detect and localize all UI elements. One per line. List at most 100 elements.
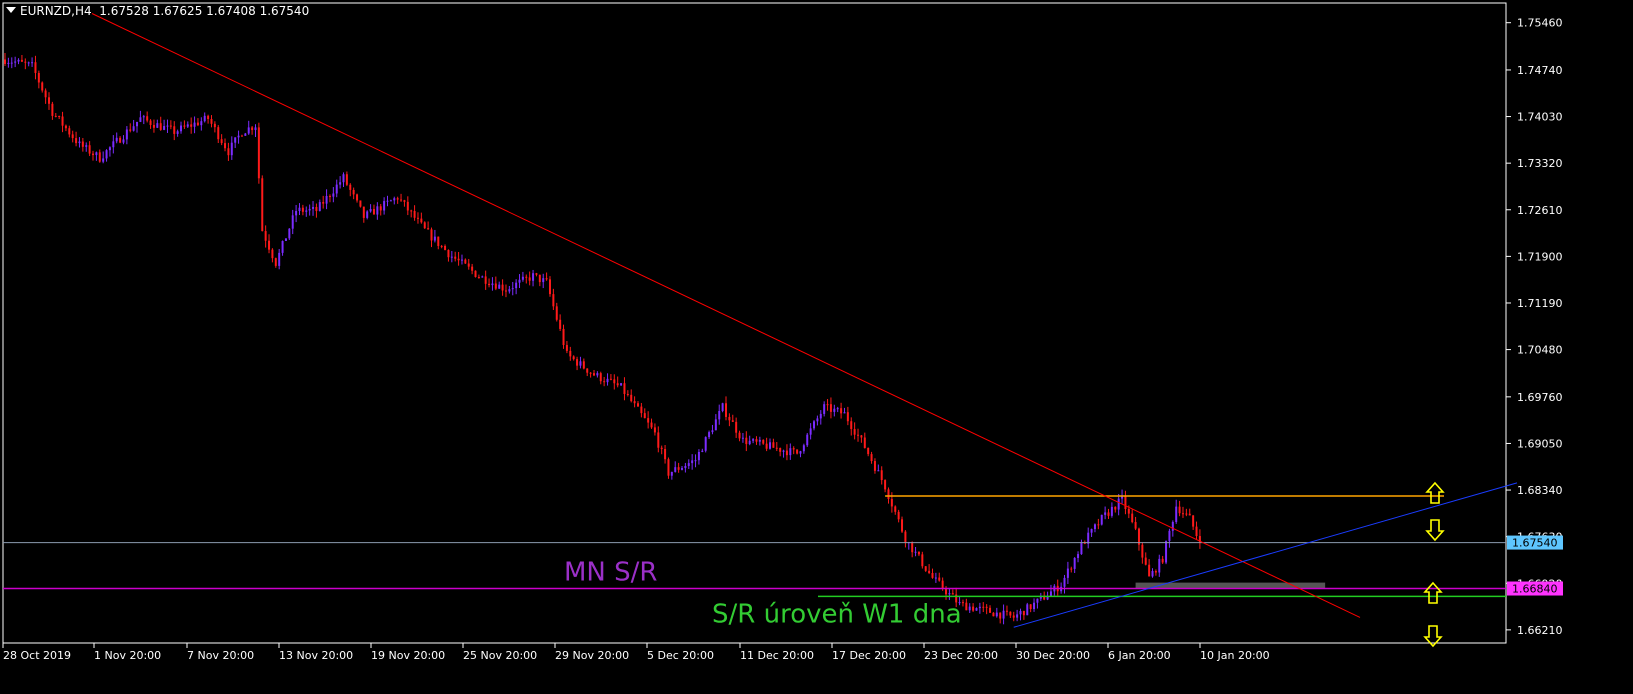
candle-body [667, 459, 670, 476]
y-tick-label: 1.73320 [1517, 157, 1563, 170]
candle-body [406, 201, 409, 211]
candle-body [677, 467, 680, 470]
plot-frame [2, 2, 1507, 644]
candle-body [291, 215, 294, 229]
candle-body [921, 554, 924, 567]
candle-body [985, 606, 988, 608]
symbol-label: EURNZD,H4 [20, 4, 92, 18]
candle-body [288, 228, 291, 239]
candle-body [136, 121, 139, 127]
candle-body [1090, 529, 1093, 533]
candle-body [576, 359, 579, 366]
candle-body [366, 211, 369, 218]
candle-body [897, 511, 900, 520]
candle-body [1063, 577, 1066, 587]
candle-body [1154, 571, 1157, 573]
candle-body [122, 139, 125, 143]
candle-body [119, 137, 122, 143]
candle-body [697, 451, 700, 461]
uptrend-line [1013, 482, 1518, 628]
candle-body [609, 378, 612, 380]
candle-body [423, 222, 426, 229]
dropdown-triangle-icon[interactable] [6, 7, 16, 13]
candle-body [213, 123, 216, 128]
candle-body [440, 245, 443, 247]
candle-body [657, 432, 660, 448]
candle-body [81, 141, 84, 147]
candle-body [247, 127, 250, 134]
candle-body [582, 361, 585, 369]
candle-body [999, 612, 1002, 619]
candle-body [779, 447, 782, 452]
candle-body [420, 218, 423, 223]
candle-body [1016, 614, 1019, 618]
candle-body [149, 120, 152, 125]
candle-body [961, 602, 964, 604]
candle-body [115, 137, 118, 142]
candle-body [989, 607, 992, 613]
candle-body [704, 437, 707, 451]
candle-body [193, 122, 196, 127]
candle-body [376, 206, 379, 215]
candle-body [437, 236, 440, 246]
candle-body [860, 435, 863, 438]
candle-body [230, 142, 233, 156]
candle-body [71, 134, 74, 139]
y-tick-label: 1.72610 [1517, 204, 1563, 217]
candle-body [1195, 526, 1198, 537]
candle-body [1107, 512, 1110, 516]
candle-body [78, 141, 81, 144]
candle-body [332, 193, 335, 197]
candle-body [1073, 557, 1076, 569]
candle-body [1100, 514, 1103, 525]
candle-body [714, 419, 717, 431]
candle-body [972, 606, 975, 611]
candle-body [799, 451, 802, 454]
candle-body [518, 279, 521, 283]
chart-header[interactable]: EURNZD,H4 1.67528 1.67625 1.67408 1.6754… [6, 4, 309, 18]
ohlc-values: 1.67528 1.67625 1.67408 1.67540 [99, 4, 310, 18]
candle-body [789, 448, 792, 456]
candle-body [298, 207, 301, 211]
candle-body [664, 449, 667, 460]
candle-body [1066, 568, 1069, 578]
candle-body [504, 290, 507, 292]
candle-body [102, 158, 105, 162]
candle-body [447, 249, 450, 258]
candle-body [819, 413, 822, 419]
candle-body [464, 259, 467, 264]
candle-body [1036, 598, 1039, 603]
y-tick-label: 1.69050 [1517, 437, 1563, 450]
candle-body [1148, 564, 1151, 577]
candle-body [796, 449, 799, 454]
candle-body [603, 381, 606, 383]
candle-body [823, 404, 826, 414]
x-tick-label: 6 Jan 20:00 [1108, 649, 1171, 662]
candle-body [433, 236, 436, 241]
current-price-label: 1.67540 [1512, 537, 1558, 550]
candle-body [687, 463, 690, 466]
candle-body [379, 206, 382, 211]
candle-body [1175, 506, 1178, 523]
candle-body [599, 373, 602, 382]
candle-body [1077, 554, 1080, 558]
candle-body [613, 379, 616, 384]
candle-body [24, 61, 27, 63]
candle-body [349, 184, 352, 190]
candle-body [308, 208, 311, 211]
candle-body [877, 470, 880, 472]
candle-body [948, 593, 951, 595]
y-tick-label: 1.68340 [1517, 484, 1563, 497]
candle-body [359, 200, 362, 207]
candle-body [735, 421, 738, 433]
candle-body [98, 152, 101, 162]
x-tick-label: 13 Nov 20:00 [279, 649, 353, 662]
candle-body [1192, 515, 1195, 527]
candle-body [741, 437, 744, 439]
candle-body [328, 195, 331, 197]
mn-sr-annotation: MN S/R [564, 558, 657, 588]
candle-body [586, 368, 589, 373]
candle-body [427, 228, 430, 230]
candle-body [982, 606, 985, 608]
candle-body [318, 202, 321, 211]
